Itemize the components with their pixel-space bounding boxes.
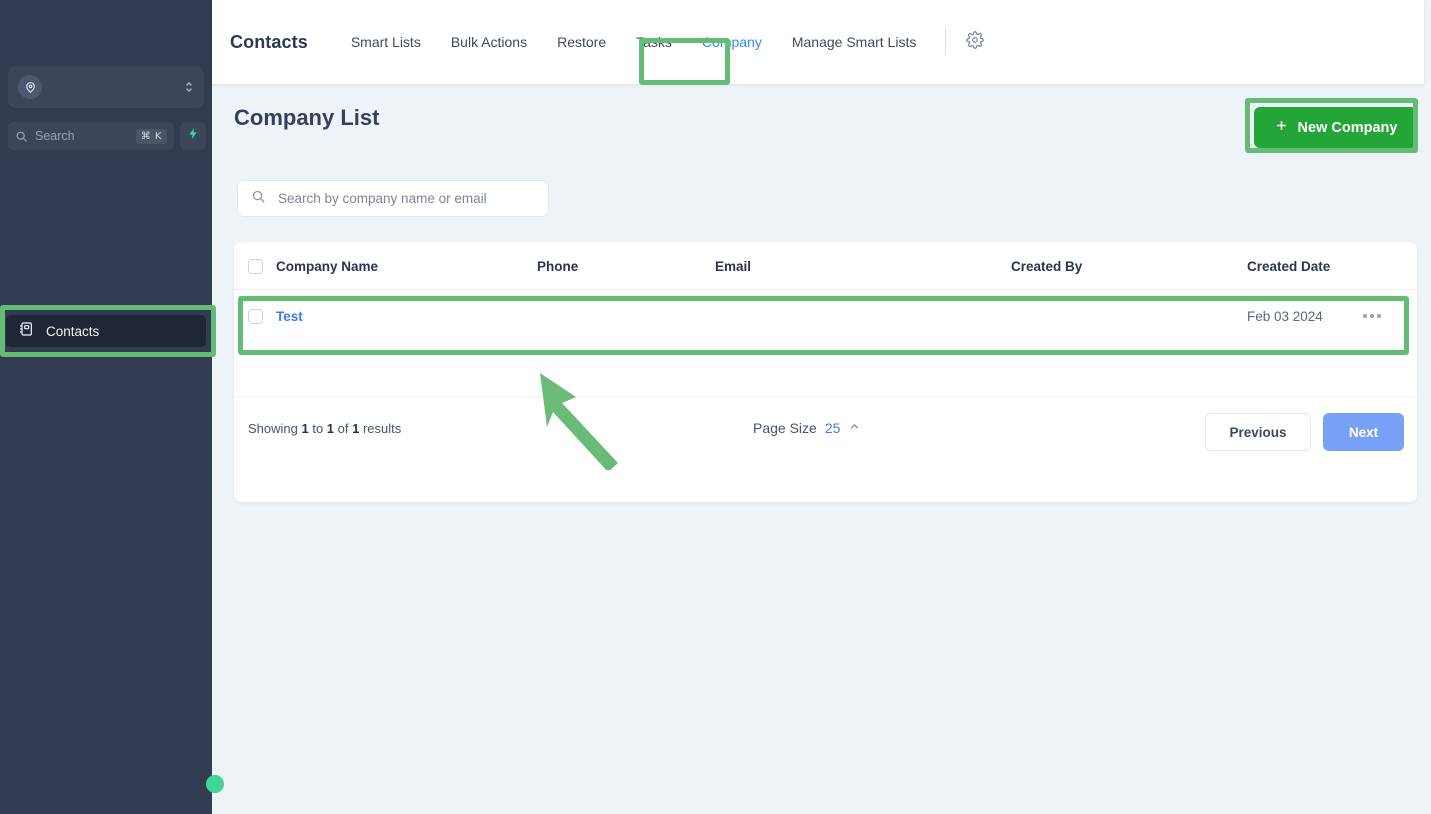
- tab-restore[interactable]: Restore: [542, 26, 621, 58]
- plus-icon: [1274, 118, 1289, 137]
- select-all-checkbox[interactable]: [248, 242, 263, 290]
- new-company-label: New Company: [1297, 119, 1398, 136]
- tab-tasks[interactable]: Tasks: [621, 26, 687, 58]
- page-brand-title: Contacts: [230, 31, 308, 52]
- tab-bulk-actions[interactable]: Bulk Actions: [436, 26, 542, 58]
- page-title: Company List: [234, 105, 380, 130]
- search-shortcut-badge: ⌘ K: [135, 128, 167, 144]
- new-company-button[interactable]: New Company: [1254, 107, 1417, 148]
- top-header-bar: Contacts Smart Lists Bulk Actions Restor…: [212, 0, 1424, 84]
- column-header-phone[interactable]: Phone: [537, 242, 578, 290]
- company-name-link[interactable]: Test: [276, 309, 303, 324]
- table-footer: Showing 1 to 1 of 1 results Page Size 25…: [234, 396, 1417, 462]
- quick-action-button[interactable]: [180, 122, 206, 150]
- previous-page-button[interactable]: Previous: [1205, 413, 1311, 451]
- showing-from: 1: [301, 421, 309, 436]
- sidebar: Search ⌘ K Contacts: [0, 0, 224, 814]
- table-header-row: Company Name Phone Email Created By Crea…: [234, 242, 1417, 290]
- page-size-label: Page Size: [753, 420, 817, 436]
- cell-company-name[interactable]: Test: [276, 290, 303, 342]
- column-header-company-name[interactable]: Company Name: [276, 242, 378, 290]
- showing-prefix: Showing: [248, 421, 302, 436]
- tab-manage-smart-lists[interactable]: Manage Smart Lists: [777, 26, 932, 58]
- location-pin-user-icon: [18, 75, 42, 99]
- company-table: Company Name Phone Email Created By Crea…: [234, 242, 1417, 502]
- settings-button[interactable]: [960, 27, 990, 57]
- column-header-created-by[interactable]: Created By: [1011, 242, 1082, 290]
- company-search-placeholder: Search by company name or email: [278, 191, 487, 206]
- tab-smart-lists[interactable]: Smart Lists: [336, 26, 436, 58]
- results-summary: Showing 1 to 1 of 1 results: [248, 421, 401, 436]
- cell-created-date: Feb 03 2024: [1247, 308, 1323, 324]
- gear-icon: [966, 30, 985, 54]
- lightning-bolt-icon: [187, 126, 200, 146]
- chevron-up-icon: [848, 420, 861, 436]
- company-search-input[interactable]: Search by company name or email: [237, 180, 549, 217]
- account-switcher[interactable]: [8, 66, 204, 108]
- pagination-controls: Previous Next: [1205, 413, 1404, 451]
- chevron-updown-icon: [184, 79, 194, 95]
- showing-suffix: results: [359, 421, 402, 436]
- row-select-checkbox[interactable]: [248, 290, 263, 342]
- showing-to: 1: [326, 421, 335, 436]
- tab-company[interactable]: Company: [687, 26, 777, 58]
- page-size-value: 25: [824, 420, 841, 436]
- sidebar-item-label: Contacts: [46, 323, 100, 339]
- search-icon: [251, 189, 266, 209]
- sidebar-item-contacts[interactable]: Contacts: [6, 315, 206, 347]
- showing-mid: to: [308, 421, 327, 436]
- checkbox-icon: [248, 308, 263, 324]
- column-header-created-date[interactable]: Created Date: [1247, 242, 1330, 290]
- ellipsis-icon: [1363, 314, 1381, 318]
- sidebar-search-row: Search ⌘ K: [8, 122, 206, 150]
- main-content: Company List New Company Search by compa…: [212, 84, 1431, 814]
- app-root: Search ⌘ K Contacts Contacts Smart Lists…: [0, 0, 1431, 814]
- table-row[interactable]: Test Feb 03 2024: [234, 290, 1417, 342]
- search-placeholder: Search: [35, 129, 75, 143]
- search-icon: [15, 130, 28, 143]
- address-book-icon: [18, 321, 34, 342]
- column-header-email[interactable]: Email: [715, 242, 751, 290]
- next-page-button[interactable]: Next: [1323, 413, 1404, 451]
- search-input[interactable]: Search ⌘ K: [8, 122, 174, 150]
- checkbox-icon: [248, 258, 263, 274]
- toolbar-divider: [945, 29, 947, 55]
- row-actions-button[interactable]: [1363, 290, 1381, 342]
- showing-of: of: [334, 421, 353, 436]
- tab-bar: Contacts Smart Lists Bulk Actions Restor…: [230, 0, 990, 84]
- page-size-selector[interactable]: Page Size 25: [753, 420, 861, 436]
